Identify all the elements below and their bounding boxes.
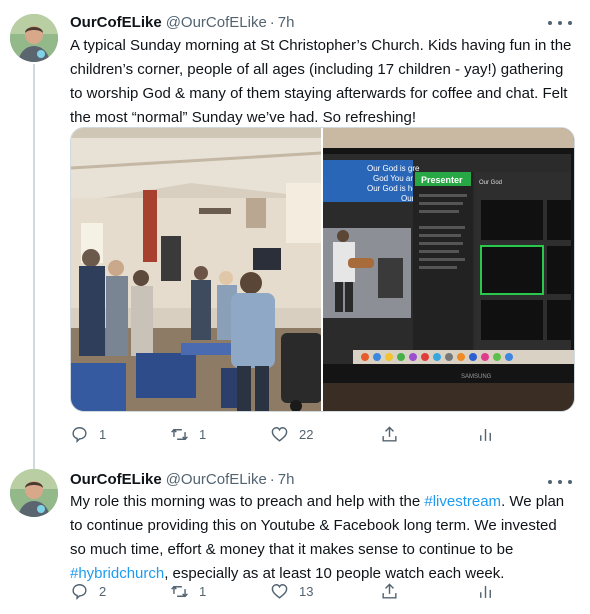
retweet-button[interactable]: 1 bbox=[170, 424, 206, 444]
separator-dot: · bbox=[269, 13, 275, 31]
avatar[interactable] bbox=[10, 14, 58, 62]
tweet-text-line: to continue providing this on Youtube & … bbox=[70, 517, 557, 534]
text-segment: My role this morning was to preach and h… bbox=[70, 493, 425, 510]
retweet-button[interactable]: 1 bbox=[170, 581, 206, 601]
reply-count: 2 bbox=[99, 583, 107, 599]
monitor-brand: SAMSUNG bbox=[461, 374, 492, 380]
tweet-text: My role this morning was to preach and h… bbox=[70, 490, 578, 586]
action-bar: 2 1 13 bbox=[70, 581, 500, 601]
analytics-icon bbox=[480, 585, 491, 598]
tweet-text-line: A typical Sunday morning at St Christoph… bbox=[70, 37, 572, 54]
tweet-header: OurCofELike @OurCofELike · 7h bbox=[70, 469, 294, 489]
text-segment: , especially as at least 10 people watch… bbox=[164, 565, 505, 582]
like-button[interactable]: 13 bbox=[270, 581, 313, 601]
reply-button[interactable]: 2 bbox=[70, 581, 106, 601]
panel-label: Our God bbox=[479, 180, 502, 186]
thread-connector-line bbox=[33, 64, 35, 469]
tweet-header: OurCofELike @OurCofELike · 7h bbox=[70, 12, 294, 32]
more-icon[interactable] bbox=[548, 473, 572, 491]
media-grid: Our God is gre God You are Our God is he… bbox=[70, 127, 575, 412]
lyrics-line: Our bbox=[401, 194, 415, 203]
timestamp[interactable]: 7h bbox=[278, 471, 295, 488]
author-handle[interactable]: @OurCofELike bbox=[166, 471, 267, 488]
tweet[interactable]: OurCofELike @OurCofELike · 7h A typical … bbox=[0, 0, 590, 469]
analytics-icon bbox=[480, 428, 491, 441]
tweet-text-line: children’s corner, people of all ages (i… bbox=[70, 61, 564, 78]
share-icon bbox=[382, 425, 397, 442]
analytics-button[interactable] bbox=[476, 424, 495, 444]
retweet-icon bbox=[171, 428, 188, 440]
share-icon bbox=[382, 582, 397, 599]
reply-icon bbox=[72, 426, 87, 443]
share-button[interactable] bbox=[380, 581, 399, 601]
livestream-laptop-photo[interactable]: Our God is gre God You are Our God is he… bbox=[323, 128, 574, 411]
reply-icon bbox=[72, 583, 87, 600]
author-name[interactable]: OurCofELike bbox=[70, 471, 162, 488]
avatar[interactable] bbox=[10, 469, 58, 517]
lyrics-line: Our God is gre bbox=[367, 164, 420, 173]
retweet-icon bbox=[171, 585, 188, 597]
lyrics-line: Our God is he bbox=[367, 184, 417, 193]
tweet-text-line: so much time, effort & money that it mak… bbox=[70, 541, 514, 558]
reply-count: 1 bbox=[99, 426, 107, 442]
like-count: 22 bbox=[299, 426, 314, 442]
more-icon[interactable] bbox=[548, 14, 572, 32]
hashtag-link[interactable]: #hybridchurch bbox=[70, 565, 164, 582]
retweet-count: 1 bbox=[199, 583, 207, 599]
hashtag-link[interactable]: #livestream bbox=[424, 493, 501, 510]
presenter-label: Presenter bbox=[421, 175, 463, 185]
church-interior-photo[interactable] bbox=[71, 128, 321, 411]
tweet-text-line: My role this morning was to preach and h… bbox=[70, 490, 578, 514]
tweet[interactable]: OurCofELike @OurCofELike · 7h My role th… bbox=[0, 463, 590, 614]
tweet-text: A typical Sunday morning at St Christoph… bbox=[70, 34, 578, 130]
timestamp[interactable]: 7h bbox=[278, 14, 295, 31]
share-button[interactable] bbox=[380, 424, 399, 444]
like-button[interactable]: 22 bbox=[270, 424, 313, 444]
heart-icon bbox=[271, 426, 288, 442]
analytics-button[interactable] bbox=[476, 581, 495, 601]
lyrics-line: God You are bbox=[373, 174, 418, 183]
reply-button[interactable]: 1 bbox=[70, 424, 106, 444]
author-name[interactable]: OurCofELike bbox=[70, 14, 162, 31]
like-count: 13 bbox=[299, 583, 314, 599]
action-bar: 1 1 22 bbox=[70, 424, 500, 444]
author-handle[interactable]: @OurCofELike bbox=[166, 14, 267, 31]
heart-icon bbox=[271, 583, 288, 599]
text-segment: . We plan bbox=[501, 493, 565, 510]
separator-dot: · bbox=[269, 470, 275, 488]
retweet-count: 1 bbox=[199, 426, 207, 442]
tweet-text-line: to worship God & many of them staying af… bbox=[70, 85, 568, 102]
